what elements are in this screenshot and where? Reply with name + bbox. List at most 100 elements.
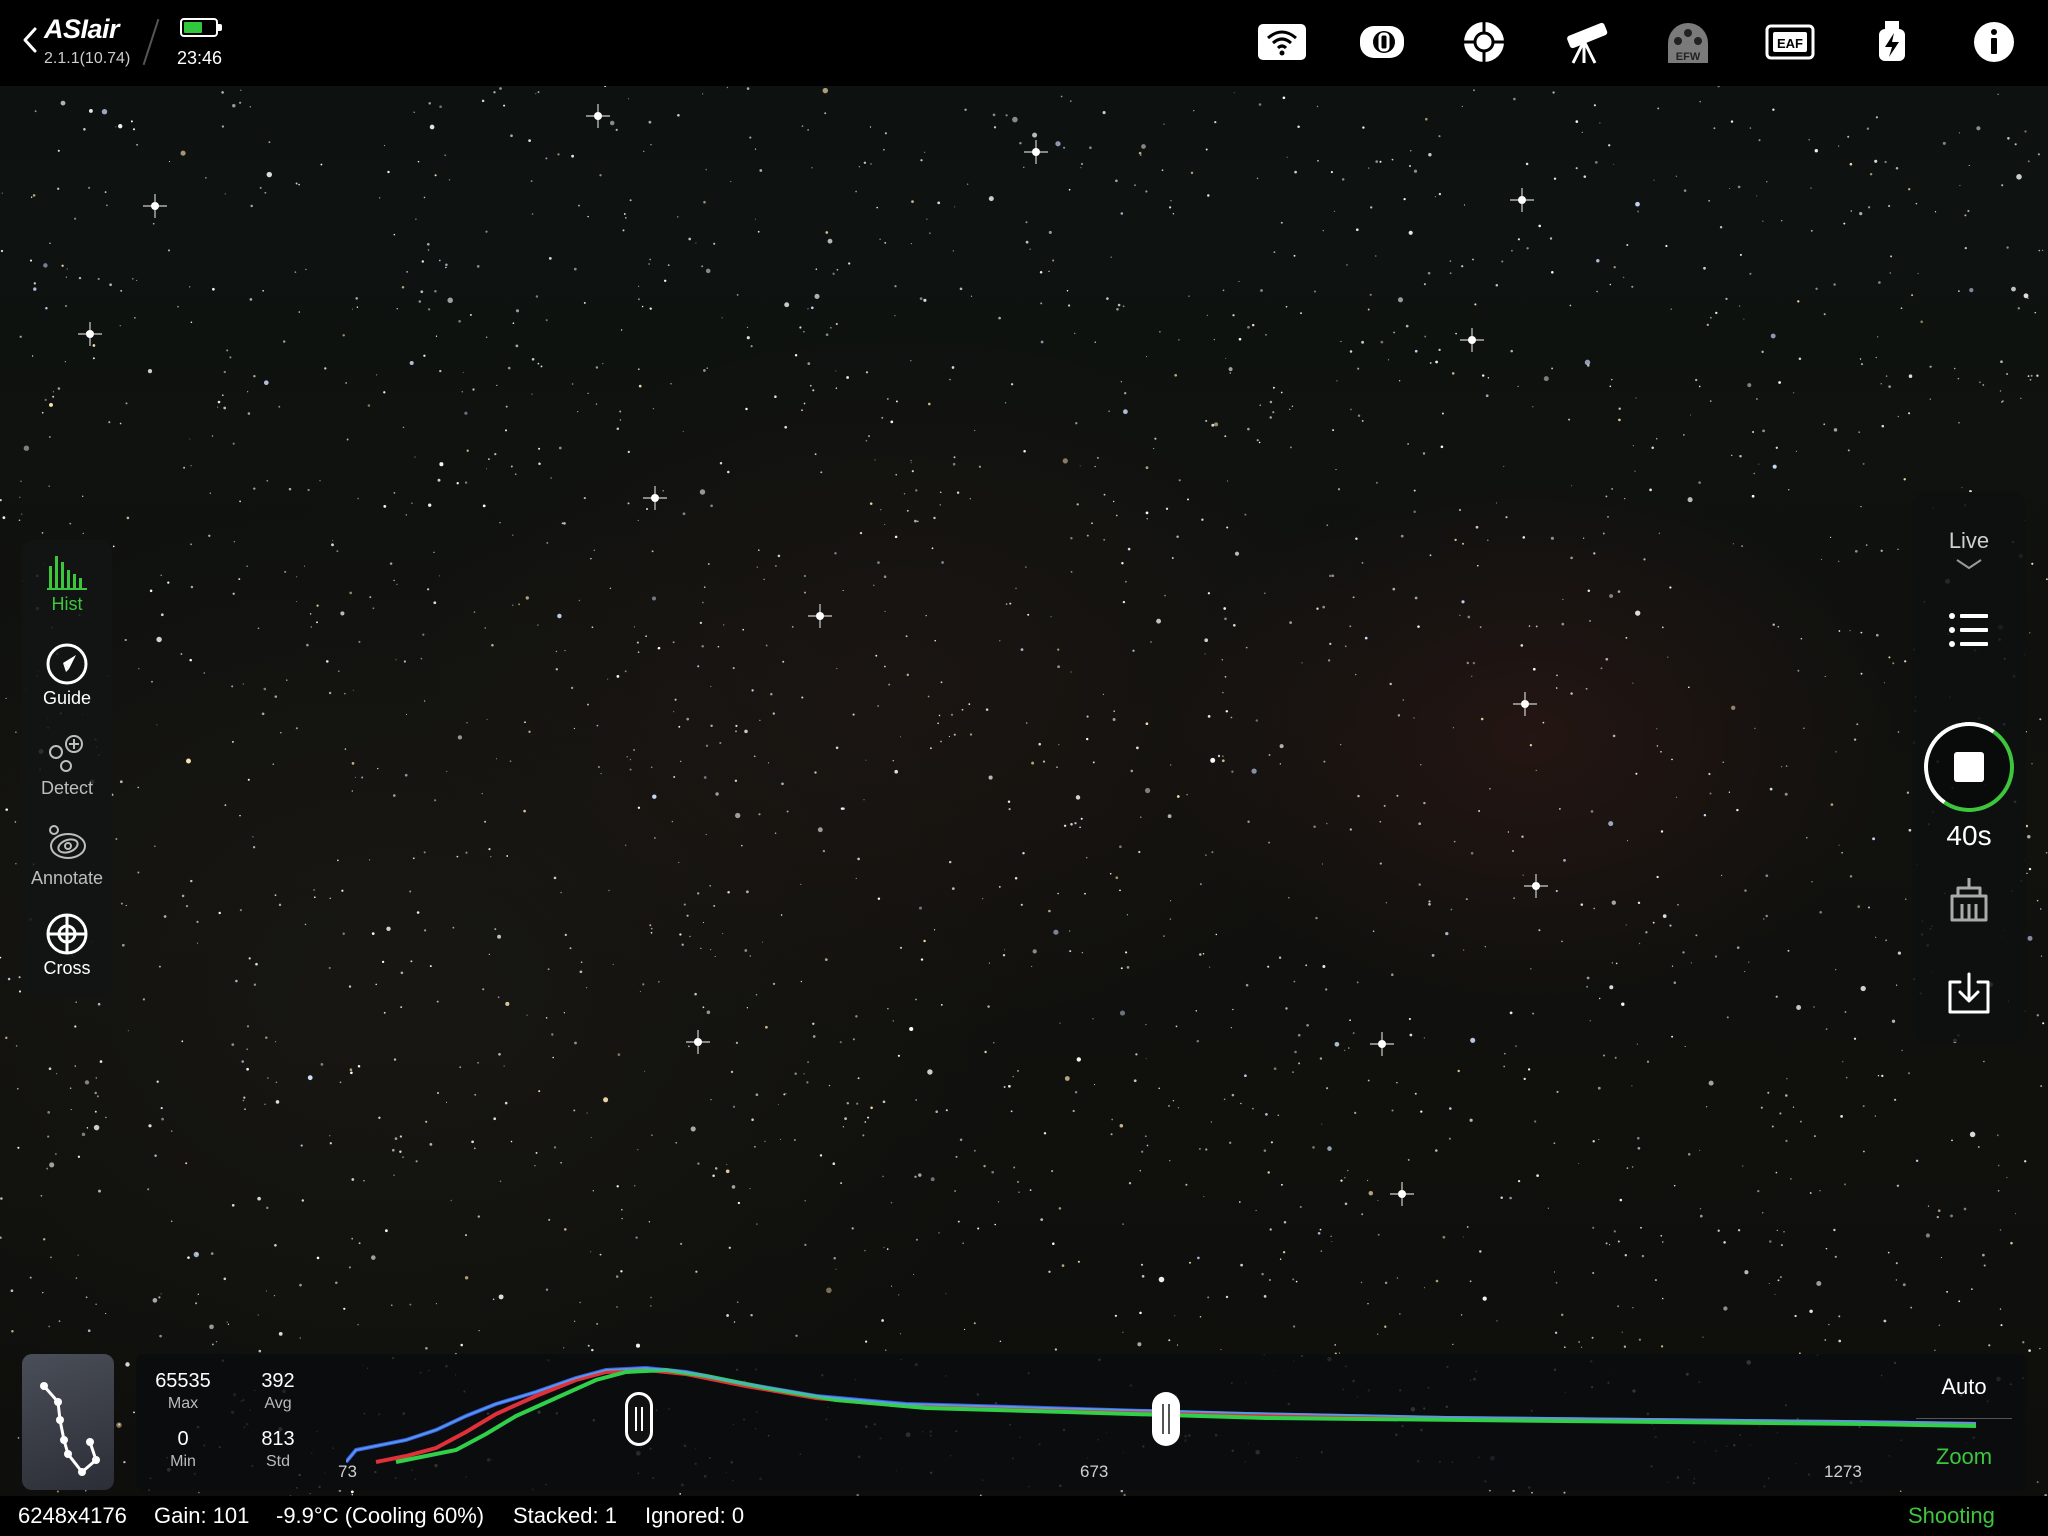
star: [1889, 272, 1892, 274]
star: [1563, 859, 1566, 862]
star: [1702, 1336, 1704, 1338]
star: [5, 697, 7, 699]
battery-icon: [180, 18, 222, 37]
star: [2036, 1481, 2039, 1484]
star: [1841, 851, 1843, 854]
back-chevron-icon[interactable]: [20, 26, 40, 54]
tool-cross[interactable]: Cross: [22, 900, 112, 990]
live-mode-toggle[interactable]: Live: [1912, 528, 2026, 554]
eaf-icon[interactable]: EAF: [1764, 18, 1816, 66]
star: [473, 611, 476, 613]
star: [1857, 905, 1861, 908]
star: [2000, 360, 2003, 364]
star: [1860, 672, 1863, 675]
star: [1110, 256, 1112, 258]
zoom-button[interactable]: Zoom: [1916, 1444, 2012, 1470]
list-icon[interactable]: [1948, 612, 1990, 648]
star: [1251, 768, 1257, 774]
star: [1465, 898, 1468, 901]
star: [714, 1167, 718, 1170]
star: [1454, 538, 1457, 542]
star: [1838, 560, 1840, 563]
star: [1999, 390, 2002, 392]
exposure-time[interactable]: 40s: [1912, 820, 2026, 852]
star: [1286, 156, 1288, 158]
star: [11, 1330, 14, 1333]
star: [1899, 1490, 1902, 1492]
star: [1593, 104, 1596, 107]
clean-brush-icon[interactable]: [1946, 876, 1992, 922]
star: [1004, 949, 1006, 951]
star: [381, 960, 385, 964]
chevron-down-icon[interactable]: [1955, 558, 1983, 570]
star: [227, 1323, 230, 1325]
galaxy-icon: [49, 825, 86, 859]
star: [531, 357, 535, 361]
star: [859, 531, 863, 535]
guide-scope-icon[interactable]: [1458, 18, 1510, 66]
efw-icon[interactable]: EFW: [1662, 18, 1714, 66]
star: [1673, 981, 1677, 984]
star: [591, 1348, 594, 1352]
star: [1086, 737, 1089, 741]
star: [78, 276, 82, 280]
wifi-icon[interactable]: [1256, 18, 1308, 66]
stat-avg: 392 Avg: [238, 1370, 318, 1413]
star: [1699, 1214, 1703, 1218]
star: [1462, 1236, 1464, 1238]
star: [1798, 357, 1802, 360]
info-icon[interactable]: [1968, 18, 2020, 66]
star: [399, 1150, 402, 1154]
star: [1407, 443, 1409, 445]
star: [1906, 791, 1910, 794]
star: [1255, 719, 1258, 722]
telescope-icon[interactable]: [1560, 18, 1612, 66]
star: [1074, 822, 1077, 825]
star: [1614, 1056, 1617, 1059]
star: [1950, 1214, 1953, 1218]
camera-icon[interactable]: [1356, 18, 1408, 66]
star: [445, 1101, 448, 1103]
tool-annotate[interactable]: Annotate: [22, 810, 112, 900]
star: [1658, 532, 1661, 534]
star: [232, 592, 235, 595]
star: [945, 1293, 947, 1295]
constellation-thumbnail[interactable]: [22, 1354, 114, 1490]
star: [1825, 1247, 1828, 1250]
star: [1523, 1077, 1526, 1081]
white-point-slider[interactable]: [1152, 1392, 1180, 1446]
download-icon[interactable]: [1946, 972, 1992, 1016]
star: [531, 393, 533, 395]
star: [1810, 187, 1812, 189]
star: [450, 1199, 452, 1202]
power-icon[interactable]: [1866, 18, 1918, 66]
star: [909, 1026, 914, 1032]
star: [1774, 1293, 1776, 1295]
star: [858, 166, 861, 168]
auto-stretch-button[interactable]: Auto: [1916, 1374, 2012, 1400]
black-point-slider[interactable]: [625, 1392, 653, 1446]
star: [473, 1147, 476, 1150]
star: [545, 1017, 548, 1019]
tool-guide[interactable]: Guide: [22, 630, 112, 720]
star: [1621, 1331, 1623, 1333]
star: [713, 242, 716, 245]
star: [627, 502, 630, 505]
star: [1158, 1087, 1161, 1090]
star: [783, 1093, 786, 1096]
star: [857, 857, 860, 861]
live-image-view[interactable]: [0, 86, 2048, 1536]
star: [1563, 1491, 1566, 1494]
star: [401, 285, 405, 289]
star: [1578, 1162, 1580, 1165]
star: [557, 613, 562, 619]
star: [198, 1491, 200, 1494]
tool-detect[interactable]: Detect: [22, 720, 112, 810]
star: [1667, 656, 1669, 658]
star: [396, 583, 398, 586]
star: [662, 489, 664, 492]
star: [1440, 445, 1444, 449]
star: [1662, 1241, 1664, 1243]
tool-hist[interactable]: Hist: [22, 540, 112, 630]
star: [132, 128, 136, 131]
